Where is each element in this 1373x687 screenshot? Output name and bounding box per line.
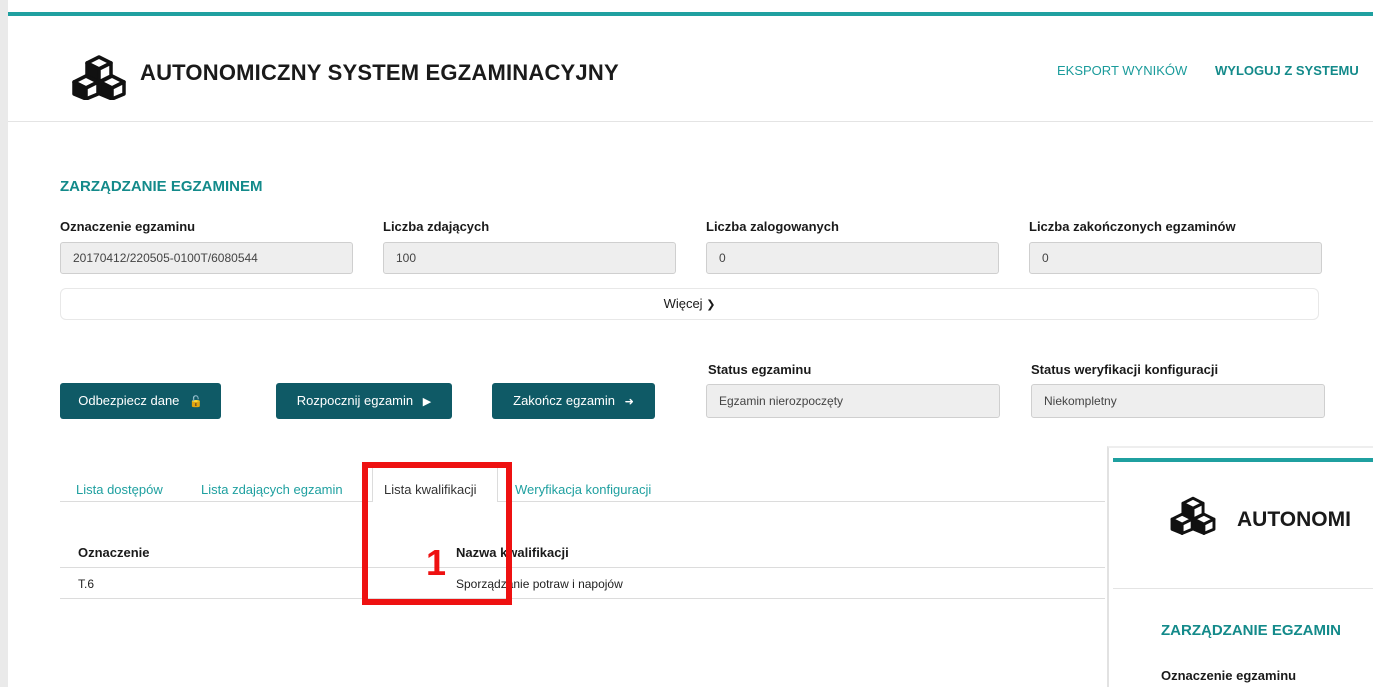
logged-count-label: Liczba zalogowanych [706,219,839,234]
tab-candidates-list[interactable]: Lista zdających egzamin [201,482,343,497]
start-exam-label: Rozpocznij egzamin [296,393,414,408]
tab-config-verification[interactable]: Weryfikacja konfiguracji [515,482,651,497]
start-exam-button[interactable]: Rozpocznij egzamin ▶ [276,383,452,419]
sign-out-icon: ➜ [624,396,634,408]
app-header: AUTONOMICZNY SYSTEM EGZAMINACYJNY EKSPOR… [8,16,1373,122]
section-title: ZARZĄDZANIE EGZAMINEM [60,178,263,195]
inset-header-divider [1113,588,1373,589]
tab-divider [60,501,1105,502]
window-edge [0,0,8,687]
annotation-number: 1 [426,542,447,583]
finished-count-label: Liczba zakończonych egzaminów [1029,219,1236,234]
unlock-data-button[interactable]: Odbezpiecz dane 🔓 [60,383,221,419]
exam-status-field: Egzamin nierozpoczęty [706,384,1000,418]
column-header-code: Oznaczenie [78,545,150,560]
config-status-field: Niekompletny [1031,384,1325,418]
logout-link[interactable]: WYLOGUJ Z SYSTEMU [1215,63,1359,78]
inset-app-title: AUTONOMI [1237,508,1351,531]
table-cell-code: T.6 [78,577,95,591]
more-label: Więcej [663,296,703,311]
candidates-count-field: 100 [383,242,676,274]
exam-id-field: 20170412/220505-0100T/6080544 [60,242,353,274]
inset-exam-id-label: Oznaczenie egzaminu [1161,668,1297,683]
unlock-icon: 🔓 [189,396,203,408]
table-header-line [60,567,1105,568]
app-title: AUTONOMICZNY SYSTEM EGZAMINACYJNY [140,60,619,85]
unlock-data-label: Odbezpiecz dane [78,393,180,408]
export-results-link[interactable]: EKSPORT WYNIKÓW [1057,63,1187,78]
play-icon: ▶ [422,396,432,408]
inset-screenshot: AUTONOMI ZARZĄDZANIE EGZAMIN Oznaczenie … [1107,446,1373,687]
finish-exam-button[interactable]: Zakończ egzamin ➜ [492,383,655,419]
logged-count-field: 0 [706,242,999,274]
config-status-label: Status weryfikacji konfiguracji [1031,362,1219,377]
exam-status-label: Status egzaminu [708,362,812,377]
inset-section-title: ZARZĄDZANIE EGZAMIN [1161,622,1341,639]
finish-exam-label: Zakończ egzamin [513,393,616,408]
finished-count-field: 0 [1029,242,1322,274]
exam-id-label: Oznaczenie egzaminu [60,219,196,234]
inset-cubes-logo-icon [1170,496,1216,535]
inset-accent-bar [1113,458,1373,462]
table-row-line [60,598,1105,599]
chevron-down-icon: ❯ [706,299,716,311]
candidates-count-label: Liczba zdających [383,219,490,234]
cubes-logo-icon [72,55,126,100]
tab-access-list[interactable]: Lista dostępów [76,482,163,497]
more-toggle[interactable]: Więcej ❯ [60,288,1319,320]
